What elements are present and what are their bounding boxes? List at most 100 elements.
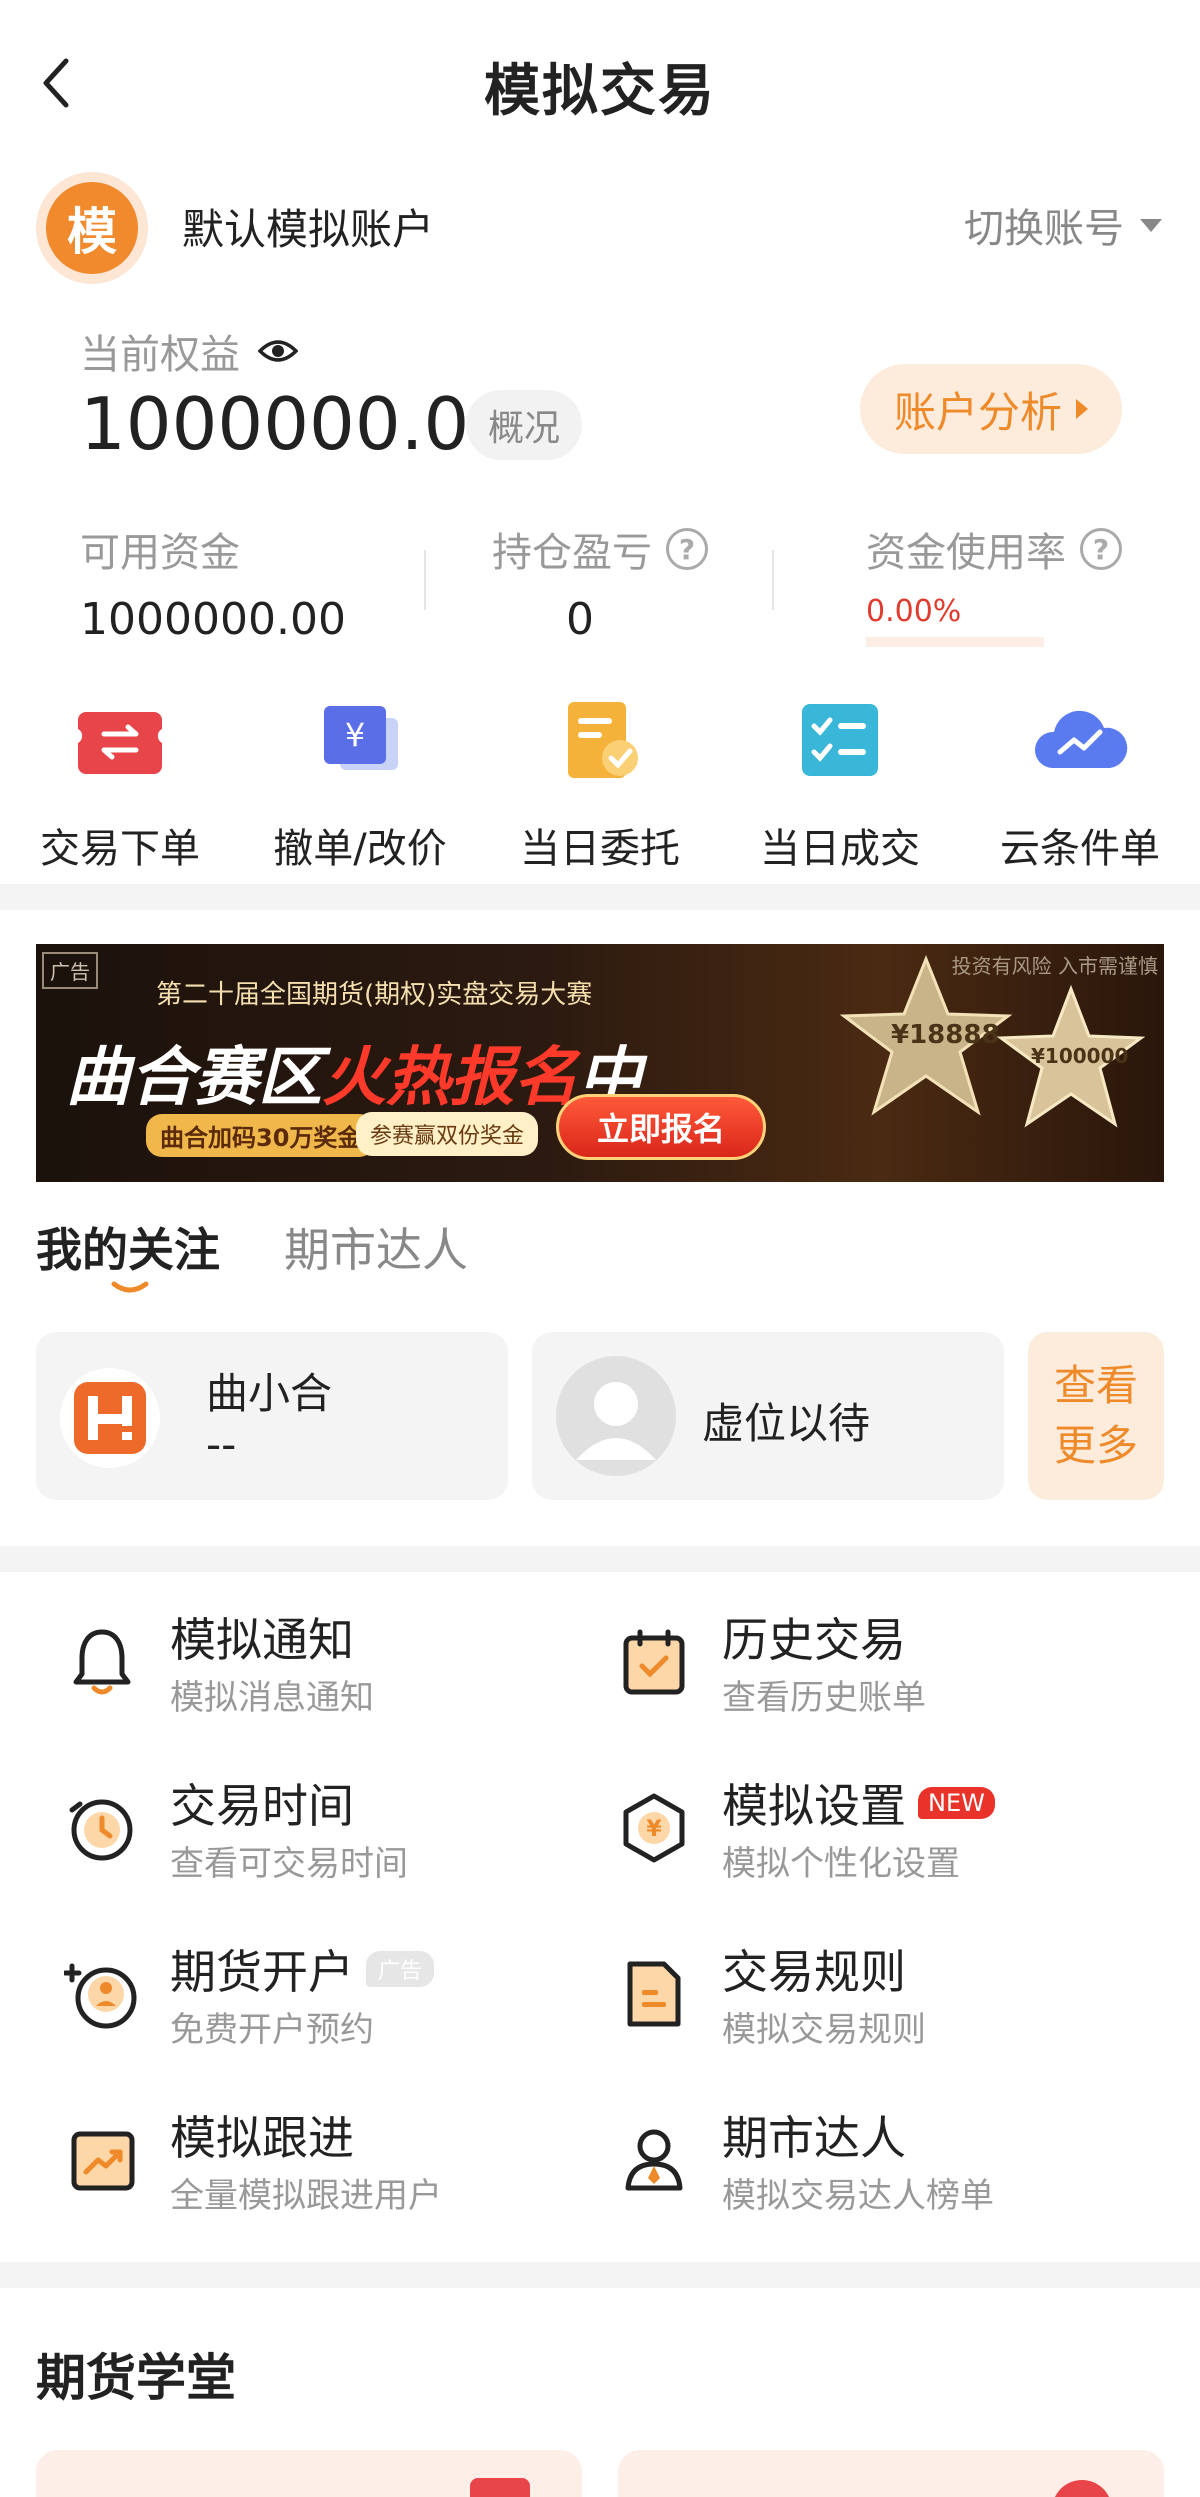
menu-title: 模拟通知 — [170, 1613, 354, 1667]
page-title: 模拟交易 — [484, 59, 716, 124]
fund-usage-label: 资金使用率 — [866, 530, 1066, 576]
menu-trading-rules[interactable]: 交易规则 模拟交易规则 — [588, 1936, 1128, 2056]
help-icon[interactable]: ? — [666, 528, 708, 570]
user-add-icon — [64, 1963, 137, 2029]
exchange-icon — [78, 712, 162, 774]
avatar-char: 模 — [46, 182, 138, 274]
menu-sim-follow[interactable]: 模拟跟进 全量模拟跟进用户 — [36, 2102, 576, 2222]
account-analysis-button[interactable]: 账户分析 — [860, 364, 1122, 454]
available-funds-label: 可用资金 — [80, 530, 240, 576]
menu-subtitle: 模拟交易达人榜单 — [722, 2176, 994, 2216]
calendar-check-icon — [623, 1629, 685, 1695]
brand-logo — [60, 1368, 160, 1468]
svg-text:¥: ¥ — [345, 716, 365, 754]
position-pnl-label: 持仓盈亏 — [492, 530, 652, 576]
action-today-orders[interactable]: 当日委托 — [480, 690, 720, 874]
active-tab-indicator — [111, 1281, 149, 1293]
menu-history[interactable]: 历史交易 查看历史账单 — [588, 1604, 1128, 1724]
section-separator — [0, 1546, 1200, 1572]
order-doc-icon — [568, 702, 638, 778]
menu-title: 交易时间 — [170, 1779, 354, 1833]
card-icon-decoration — [1052, 2480, 1112, 2497]
section-title: 期货学堂 — [36, 2349, 236, 2407]
action-cancel-modify[interactable]: ¥ 撤单/改价 — [240, 690, 480, 874]
menu-subtitle: 模拟交易规则 — [722, 2010, 926, 2050]
prize-label: ¥100000 — [1031, 1044, 1129, 1068]
fund-usage-value: 0.00% — [866, 594, 962, 629]
banner-headline: 曲合赛区火热报名中 — [66, 1041, 642, 1115]
checklist-icon — [802, 704, 878, 776]
equity-label-row: 当前权益 — [80, 322, 298, 380]
register-now-button[interactable]: 立即报名 — [556, 1094, 766, 1160]
menu-title: 模拟设置 — [722, 1779, 906, 1833]
menu-title: 期货开户 — [170, 1945, 354, 1999]
bell-icon — [73, 1629, 131, 1695]
trend-board-icon — [71, 2131, 135, 2191]
menu-subtitle: 查看可交易时间 — [170, 1844, 408, 1884]
menu-sim-settings[interactable]: ¥ 模拟设置 NEW 模拟个性化设置 — [588, 1770, 1128, 1890]
overview-button[interactable]: 概况 — [466, 390, 582, 460]
follow-value: -- — [206, 1420, 237, 1469]
switch-account-button[interactable]: 切换账号 — [964, 196, 1162, 254]
follow-name: 虚位以待 — [702, 1399, 871, 1448]
account-row: 模 默认模拟账户 切换账号 — [36, 172, 1166, 284]
action-label: 当日成交 — [760, 826, 920, 872]
action-label: 撤单/改价 — [273, 826, 447, 872]
cloud-chart-icon — [1034, 710, 1128, 768]
caret-down-icon — [1140, 218, 1162, 232]
card-icon-decoration — [470, 2478, 530, 2497]
expert-user-icon — [625, 2129, 683, 2191]
ad-badge: 广告 — [366, 1951, 435, 1987]
action-label: 交易下单 — [40, 826, 200, 872]
svg-text:¥: ¥ — [646, 1817, 662, 1842]
action-cloud-conditional[interactable]: 云条件单 — [960, 690, 1200, 874]
caret-right-icon — [1076, 399, 1088, 419]
banner-bonus-pill: 曲合加码30万奖金 — [146, 1114, 376, 1157]
menu-title-row: 期货开户 广告 — [170, 1936, 435, 2002]
menu-subtitle: 全量模拟跟进用户 — [170, 2176, 442, 2216]
action-label: 当日委托 — [520, 826, 680, 872]
yen-hex-icon: ¥ — [623, 1793, 685, 1863]
eye-icon[interactable] — [258, 337, 298, 365]
stat-divider — [424, 550, 426, 610]
banner-subtitle: 第二十届全国期货(期权)实盘交易大赛 — [156, 980, 593, 1010]
equity-label: 当前权益 — [80, 332, 240, 378]
follow-name: 曲小合 — [206, 1369, 333, 1418]
switch-account-label: 切换账号 — [964, 206, 1124, 252]
ad-tag: 广告 — [42, 952, 98, 989]
help-icon[interactable]: ? — [1080, 528, 1122, 570]
document-icon — [627, 1961, 681, 2027]
action-label: 云条件单 — [1000, 826, 1160, 872]
view-more-button[interactable]: 查看 更多 — [1028, 1332, 1164, 1500]
position-pnl-value: 0 — [566, 594, 594, 645]
menu-title-row: 模拟设置 NEW — [722, 1770, 995, 1836]
action-today-deals[interactable]: 当日成交 — [720, 690, 960, 874]
menu-title: 期市达人 — [722, 2111, 906, 2165]
promo-banner[interactable]: 广告 投资有风险 入市需谨慎 第二十届全国期货(期权)实盘交易大赛 曲合赛区火热… — [36, 944, 1164, 1182]
new-badge: NEW — [918, 1787, 995, 1819]
menu-futures-experts[interactable]: 期市达人 模拟交易达人榜单 — [588, 2102, 1128, 2222]
menu-subtitle: 免费开户预约 — [170, 2010, 374, 2050]
menu-title: 交易规则 — [722, 1945, 906, 1999]
menu-title: 历史交易 — [722, 1613, 906, 1667]
available-funds-value: 1000000.00 — [80, 594, 346, 645]
clock-icon — [69, 1799, 133, 1861]
tab-futures-experts[interactable]: 期市达人 — [284, 1214, 468, 1280]
section-separator — [0, 884, 1200, 910]
action-place-order[interactable]: 交易下单 — [0, 690, 240, 874]
menu-sim-notice[interactable]: 模拟通知 模拟消息通知 — [36, 1604, 576, 1724]
position-pnl: 持仓盈亏 ? 0 — [492, 520, 708, 645]
section-separator — [0, 2262, 1200, 2288]
school-card[interactable] — [618, 2450, 1164, 2497]
default-avatar-icon — [556, 1356, 676, 1476]
menu-title: 模拟跟进 — [170, 2111, 354, 2165]
school-card[interactable] — [36, 2450, 582, 2497]
menu-subtitle: 查看历史账单 — [722, 1678, 926, 1718]
menu-open-account[interactable]: 期货开户 广告 免费开户预约 — [36, 1936, 576, 2056]
follow-card-placeholder[interactable]: 虚位以待 — [532, 1332, 1004, 1500]
tab-my-follows[interactable]: 我的关注 — [36, 1214, 220, 1280]
follow-card[interactable]: 曲小合 -- — [36, 1332, 508, 1500]
account-name: 默认模拟账户 — [182, 205, 435, 254]
menu-trading-hours[interactable]: 交易时间 查看可交易时间 — [36, 1770, 576, 1890]
banner-double-pill: 参赛赢双份奖金 — [356, 1112, 539, 1156]
